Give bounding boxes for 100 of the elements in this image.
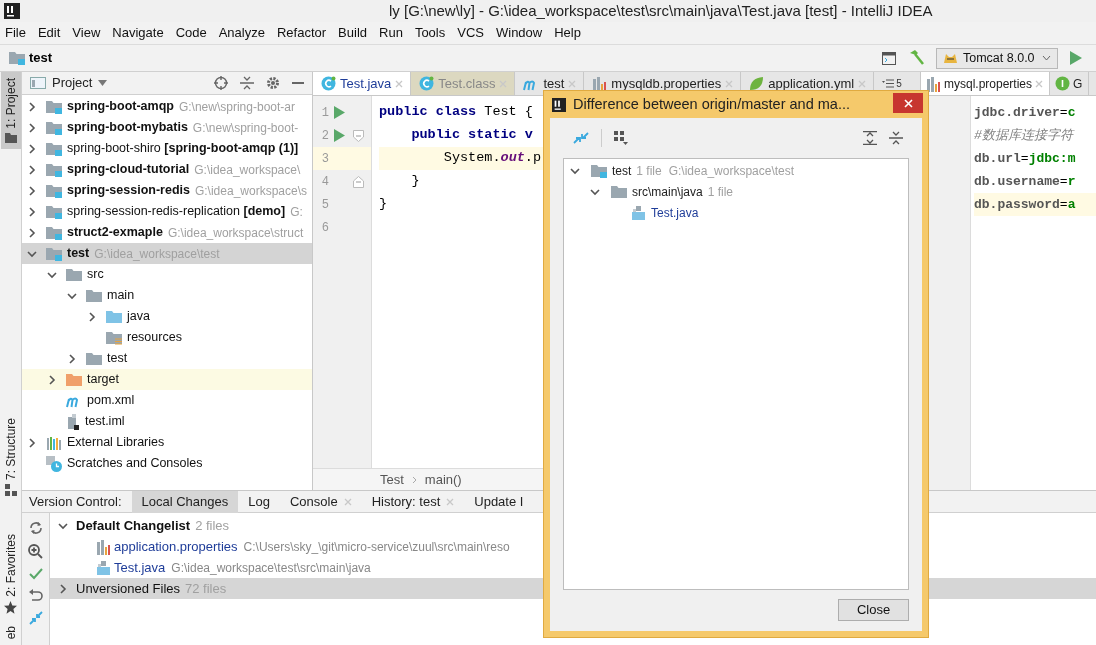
breadcrumb[interactable]: test xyxy=(29,48,53,68)
tree-item[interactable]: Scratches and Consoles xyxy=(22,453,312,474)
chevron-icon[interactable] xyxy=(27,437,37,448)
chevron-icon[interactable] xyxy=(27,227,37,238)
changed-file-row[interactable]: application.properties C:\Users\sky_\git\micro-service\zuul\src\main\reso xyxy=(50,536,1096,557)
tree-item[interactable]: struct2-exmaple G:\idea_workspace\struct xyxy=(22,222,312,243)
menu-item[interactable]: Window xyxy=(495,23,543,43)
tree-item[interactable]: test xyxy=(22,348,312,369)
tree-item[interactable]: spring-boot-shiro [spring-boot-amqp (1)] xyxy=(22,138,312,159)
breadcrumb[interactable]: Test xyxy=(380,469,404,490)
tool-window-tab[interactable]: eb xyxy=(0,619,21,645)
panel-title[interactable]: Project xyxy=(52,73,93,93)
file-path: C:\Users\sky_\git\micro-service\zuul\src\main\reso xyxy=(243,538,510,556)
tool-tab[interactable]: Log xyxy=(238,490,280,513)
tree-item[interactable]: spring-cloud-tutorial G:\idea_workspace\ xyxy=(22,159,312,180)
chevron-icon[interactable] xyxy=(590,186,600,197)
chevron-icon[interactable] xyxy=(67,290,77,301)
menu-item[interactable]: Code xyxy=(175,23,207,43)
tree-item[interactable]: main xyxy=(22,285,312,306)
tool-tab[interactable]: Console xyxy=(279,490,362,513)
menu-item[interactable]: Tools xyxy=(414,23,446,43)
chevron-icon[interactable] xyxy=(27,206,37,217)
editor-tab[interactable]: mysql.properties xyxy=(921,72,1051,95)
group-by-icon[interactable] xyxy=(614,131,628,145)
menu-item[interactable]: Analyze xyxy=(218,23,265,43)
chevron-icon[interactable] xyxy=(27,248,37,259)
run-icon[interactable] xyxy=(333,106,345,119)
chevron-icon[interactable] xyxy=(27,164,37,175)
tree-item[interactable]: target xyxy=(22,369,312,390)
undo-icon[interactable] xyxy=(28,589,43,602)
chevron-icon[interactable] xyxy=(87,311,97,322)
menu-item[interactable]: Navigate xyxy=(112,23,164,43)
breadcrumb[interactable]: main() xyxy=(424,469,462,490)
close-button[interactable]: Close xyxy=(838,599,909,621)
file-name: Test.java xyxy=(114,558,166,577)
tree-item[interactable]: resources xyxy=(22,327,312,348)
tree-item[interactable]: spring-boot-mybatis G:\new\spring-boot- xyxy=(22,117,312,138)
chevron-icon[interactable] xyxy=(27,101,37,112)
menu-item[interactable]: Edit xyxy=(37,23,61,43)
code-line: db.username=r xyxy=(974,172,1076,191)
tree-item[interactable]: test.iml xyxy=(22,411,312,432)
tool-window-tab[interactable]: 1: Project xyxy=(0,72,21,149)
tool-tab[interactable]: Update I xyxy=(464,490,534,513)
caret-icon[interactable] xyxy=(98,80,108,86)
menu-item[interactable]: VCS xyxy=(457,23,484,43)
tree-item[interactable]: pom.xml xyxy=(22,390,312,411)
tree-item[interactable]: spring-boot-amqp G:\new\spring-boot-ar xyxy=(22,96,312,117)
chevron-icon[interactable] xyxy=(47,269,57,280)
menu-item[interactable]: Run xyxy=(379,23,403,43)
menu-item[interactable]: View xyxy=(72,23,101,43)
excluded-folder-icon xyxy=(66,372,82,387)
chevron-icon[interactable] xyxy=(27,122,37,133)
file-count: 1 file xyxy=(636,162,662,180)
tree-item[interactable]: java xyxy=(22,306,312,327)
module-folder-icon xyxy=(46,204,62,219)
chevron-icon[interactable] xyxy=(67,353,77,364)
chevron-icon[interactable] xyxy=(27,185,37,196)
menu-item[interactable]: Refactor xyxy=(276,23,327,43)
run-config-dropdown[interactable]: Tomcat 8.0.0 xyxy=(936,47,1058,69)
tree-item[interactable]: src xyxy=(22,264,312,285)
tree-item[interactable]: test 1 file G:\idea_workspace\test xyxy=(564,160,908,181)
editor-tab[interactable]: Test.java xyxy=(313,72,412,95)
chevron-icon[interactable] xyxy=(570,165,580,176)
tree-item[interactable]: Test.java xyxy=(564,202,908,223)
tab-overflow[interactable]: 5 xyxy=(874,72,910,95)
tool-tab[interactable]: History: test xyxy=(361,490,465,513)
tree-item[interactable]: src\main\java 1 file xyxy=(564,181,908,202)
refresh-icon[interactable] xyxy=(28,521,43,535)
changed-file-row[interactable]: Test.java G:\idea_workspace\test\src\main\java xyxy=(50,557,1096,578)
check-icon[interactable] xyxy=(28,568,43,580)
settings-icon[interactable] xyxy=(266,76,280,90)
run-icon[interactable] xyxy=(1070,51,1082,65)
menu-item[interactable]: File xyxy=(5,23,26,43)
java-file-icon xyxy=(96,559,111,576)
file-path: G:\idea_workspace\test\src\main\java xyxy=(171,559,371,577)
tree-item[interactable]: External Libraries xyxy=(22,432,312,453)
locate-icon[interactable] xyxy=(214,76,228,90)
console-icon[interactable] xyxy=(882,51,896,65)
collapse-all-icon[interactable] xyxy=(889,131,903,145)
tree-item[interactable]: spring-session-redis-replication [demo] G: xyxy=(22,201,312,222)
menu-item[interactable]: Help xyxy=(554,23,581,43)
line-number: 5 xyxy=(320,196,329,214)
file-count: 1 file xyxy=(707,183,734,201)
tool-tab[interactable]: Local Changes xyxy=(131,490,239,513)
tool-window-tab[interactable]: 2: Favorites xyxy=(0,527,21,620)
chevron-icon[interactable] xyxy=(47,374,57,385)
run-icon[interactable] xyxy=(333,129,345,142)
expand-all-icon[interactable] xyxy=(863,131,877,145)
code-line: public static v xyxy=(410,126,533,145)
module-path: G:\idea_workspace\ xyxy=(194,161,301,179)
tool-window-tab[interactable]: 7: Structure xyxy=(0,411,21,502)
collapse-all-icon[interactable] xyxy=(240,76,254,90)
menu-item[interactable]: Build xyxy=(338,23,367,43)
chevron-icon[interactable] xyxy=(58,520,68,531)
chevron-icon[interactable] xyxy=(27,143,37,154)
chevron-icon[interactable] xyxy=(58,583,68,594)
close-button[interactable] xyxy=(893,93,923,113)
changelist-row[interactable]: Default Changelist 2 files xyxy=(50,515,1096,536)
tree-item[interactable]: spring-session-redis G:\idea_workspace\s xyxy=(22,180,312,201)
zoom-icon[interactable] xyxy=(28,544,43,559)
